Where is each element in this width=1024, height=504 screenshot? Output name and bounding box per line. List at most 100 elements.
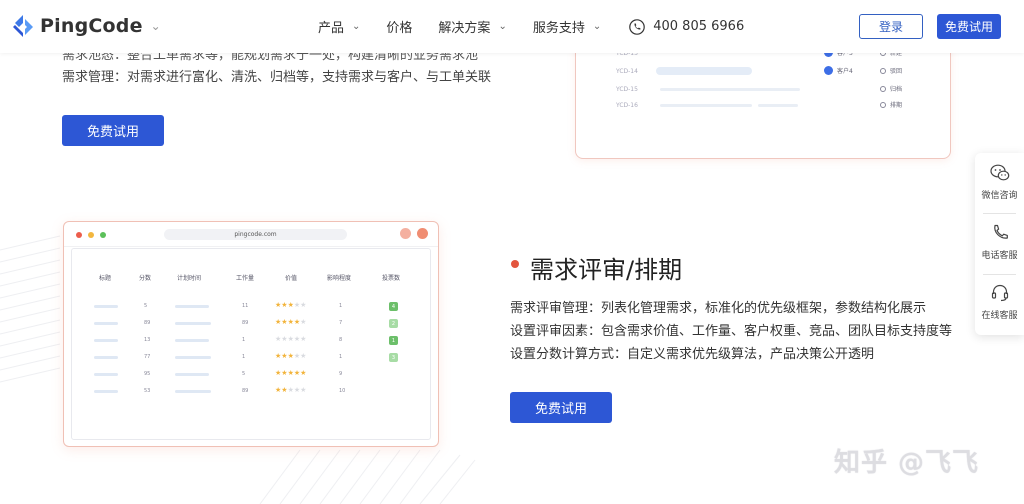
list-item: YCD-14 [616, 66, 752, 76]
score-cell: 13 [144, 337, 151, 343]
phone-icon [993, 224, 1008, 239]
main-nav: 产品 ⌄ 价格 解决方案 ⌄ 服务支持 ⌄ 400 805 6966 [318, 0, 744, 53]
divider [983, 213, 1016, 214]
title-placeholder-bar [660, 104, 752, 107]
nav-item-label: 产品 [318, 21, 345, 36]
list-item-status: 排期 [880, 100, 902, 109]
divider [983, 274, 1016, 275]
status-text: 排期 [890, 102, 903, 109]
wechat-consult-button[interactable]: 微信咨询 [975, 163, 1024, 201]
date-placeholder-bar [175, 322, 211, 325]
window-control-icon [417, 228, 428, 239]
list-item: YCD-16 [616, 100, 656, 110]
login-button[interactable]: 登录 [859, 14, 923, 39]
feature-line: 需求评审管理：列表化管理需求，标准化的优先级框架，参数结构化展示 [510, 301, 927, 316]
contact-phone[interactable]: 400 805 6966 [629, 18, 745, 35]
chevron-down-icon[interactable]: ⌄ [151, 19, 161, 33]
value-rating: ★★★★★ [275, 386, 307, 394]
avatar [824, 66, 833, 75]
vote-badge[interactable]: 3 [389, 353, 398, 362]
column-header: 计划时间 [177, 275, 202, 282]
score-cell: 77 [144, 354, 151, 360]
vote-badge[interactable]: 1 [389, 336, 398, 345]
list-item-user: 客户4 [824, 66, 853, 75]
date-placeholder-bar [175, 339, 209, 342]
value-rating: ★★★★★ [275, 335, 307, 343]
brand-logo[interactable]: PingCode ⌄ [12, 14, 161, 38]
status-text: 归档 [890, 86, 903, 93]
review-table-mockup: pingcode.com 标题 分数 计划时间 工作量 价值 影响程度 投票数 … [63, 221, 439, 447]
side-panel-label: 在线客服 [981, 311, 1018, 321]
item-id: YCD-15 [616, 85, 638, 93]
column-header: 标题 [99, 275, 112, 282]
title-placeholder-bar [94, 322, 118, 325]
date-placeholder-bar [175, 356, 211, 359]
nav-item-label: 价格 [386, 21, 413, 36]
nav-item-support[interactable]: 服务支持 ⌄ [533, 17, 601, 36]
browser-url-bar: pingcode.com [164, 229, 347, 240]
chevron-down-icon: ⌄ [592, 21, 602, 32]
column-header: 价值 [285, 275, 298, 282]
site-header: PingCode ⌄ 产品 ⌄ 价格 解决方案 ⌄ 服务支持 ⌄ 400 805… [0, 0, 1024, 53]
list-item-status: 归档 [880, 84, 902, 93]
free-trial-button[interactable]: 免费试用 [937, 14, 1001, 39]
pingcode-logo-icon [13, 15, 33, 37]
effort-cell: 89 [242, 320, 249, 326]
chevron-down-icon: ⌄ [498, 21, 507, 32]
date-placeholder-bar [175, 373, 209, 376]
title-placeholder-bar [94, 356, 118, 359]
nav-item-pricing[interactable]: 价格 [386, 17, 412, 36]
title-placeholder-bar [94, 339, 118, 342]
nav-item-solutions[interactable]: 解决方案 ⌄ [438, 17, 506, 36]
nav-item-product[interactable]: 产品 ⌄ [318, 17, 360, 36]
user-name: 客户4 [837, 68, 853, 75]
contact-side-panel: 微信咨询 电话客服 在线客服 [975, 153, 1024, 335]
column-header: 影响程度 [327, 275, 352, 282]
title-placeholder-bar [660, 88, 800, 91]
phone-service-button[interactable]: 电话客服 [975, 223, 1024, 261]
feature-line: 设置分数计算方式：自定义需求优先级算法，产品决策公开透明 [510, 347, 875, 362]
nav-item-label: 服务支持 [532, 21, 585, 36]
effort-cell: 5 [242, 371, 246, 377]
page: PingCode ⌄ 产品 ⌄ 价格 解决方案 ⌄ 服务支持 ⌄ 400 805… [0, 0, 1024, 504]
title-placeholder-bar [94, 373, 118, 376]
value-rating: ★★★★★ [275, 352, 307, 360]
value-rating: ★★★★★ [275, 318, 307, 326]
effort-cell: 1 [242, 337, 246, 343]
list-item-status: 驳回 [880, 66, 902, 75]
score-cell: 89 [144, 320, 151, 326]
status-icon [880, 101, 886, 108]
column-header: 投票数 [382, 275, 401, 282]
title-placeholder-bar [94, 305, 118, 308]
zhihu-watermark: 知乎 @飞飞 [834, 448, 980, 478]
vote-badge[interactable]: 4 [389, 302, 398, 311]
section-title: 需求评审/排期 [530, 256, 683, 284]
score-cell: 53 [144, 388, 151, 394]
score-cell: 95 [144, 371, 151, 377]
online-service-button[interactable]: 在线客服 [975, 283, 1024, 321]
free-trial-button[interactable]: 免费试用 [510, 392, 612, 423]
effort-cell: 1 [242, 354, 246, 360]
free-trial-button[interactable]: 免费试用 [62, 115, 164, 146]
window-maximize-dot [100, 232, 106, 238]
window-minimize-dot [88, 232, 94, 238]
feature-line: 设置评审因素：包含需求价值、工作量、客户权重、竞品、团队目标支持度等 [510, 324, 953, 339]
score-cell: 5 [144, 303, 148, 309]
nav-item-label: 解决方案 [438, 21, 491, 36]
brand-name: PingCode [40, 15, 143, 37]
phone-number: 400 805 6966 [653, 19, 745, 34]
side-panel-label: 电话客服 [981, 251, 1018, 261]
impact-cell: 9 [339, 371, 343, 377]
requirement-management-text: 需求管理：对需求进行富化、清洗、归档等，支持需求与客户、与工单关联 [62, 70, 492, 85]
list-item: YCD-15 [616, 84, 656, 94]
vote-badge[interactable]: 2 [389, 319, 398, 328]
impact-cell: 1 [339, 354, 343, 360]
status-icon [880, 85, 886, 92]
window-close-dot [76, 232, 82, 238]
status-icon [880, 67, 886, 74]
impact-cell: 8 [339, 337, 343, 343]
item-id: YCD-16 [616, 101, 638, 109]
value-rating: ★★★★★ [275, 301, 307, 309]
effort-cell: 89 [242, 388, 249, 394]
headset-icon [991, 284, 1008, 302]
